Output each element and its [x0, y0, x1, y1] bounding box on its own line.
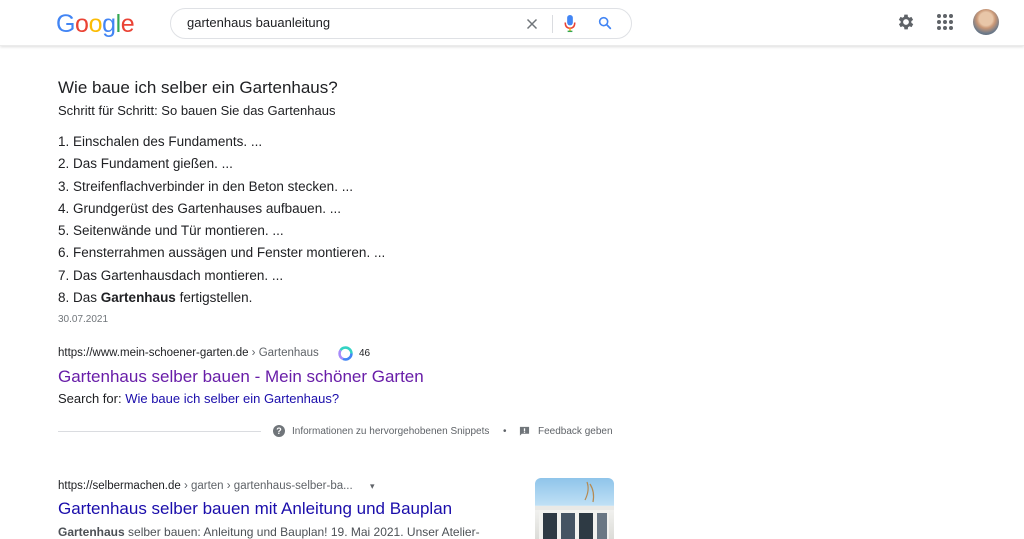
logo-letter: o — [75, 10, 89, 38]
source-cite[interactable]: https://www.mein-schoener-garten.de › Ga… — [58, 347, 319, 359]
step-item: 1. Einschalen des Fundaments. ... — [58, 131, 385, 153]
source-url: https://www.mein-schoener-garten.de — [58, 347, 249, 359]
feedback-link[interactable]: Feedback geben — [538, 426, 613, 437]
step-number: 2. — [58, 156, 70, 172]
step-number: 8. — [58, 290, 70, 306]
step-item: 8. Das Gartenhaus fertigstellen. — [58, 287, 385, 309]
separator-dot: • — [503, 426, 507, 437]
step-bold-text: Gartenhaus — [100, 290, 176, 306]
step-text: Streifenflachverbinder in den Beton stec… — [73, 178, 353, 194]
step-item: 4. Grundgerüst des Gartenhauses aufbauen… — [58, 198, 385, 220]
step-text: Einschalen des Fundaments. ... — [73, 134, 263, 149]
search-for-link[interactable]: Wie baue ich selber ein Gartenhaus? — [125, 391, 339, 406]
result2-url: https://selbermachen.de — [58, 480, 181, 492]
steps-list: 1. Einschalen des Fundaments. ... 2. Das … — [58, 131, 385, 309]
result2-snippet-bold: Gartenhaus — [58, 525, 125, 539]
search-for-line: Search for: Wie baue ich selber ein Gart… — [58, 391, 339, 406]
score-ring-icon[interactable] — [337, 345, 354, 362]
step-text: Seitenwände und Tür montieren. ... — [73, 223, 284, 239]
search-box[interactable] — [170, 8, 632, 39]
help-icon[interactable]: ? — [273, 425, 285, 437]
feedback-icon[interactable] — [519, 426, 530, 437]
result2-title[interactable]: Gartenhaus selber bauen mit Anleitung un… — [58, 499, 452, 519]
search-divider — [552, 15, 553, 33]
search-for-label: Search for: — [58, 391, 126, 406]
step-number: 7. — [58, 267, 70, 283]
step-text: Grundgerüst des Gartenhauses aufbauen. .… — [73, 200, 341, 216]
microphone-icon[interactable] — [563, 14, 577, 33]
step-number: 5. — [58, 223, 70, 239]
result2-snippet-text: selber bauen: Anleitung und Bauplan! 19.… — [124, 525, 480, 539]
snippet-date: 30.07.2021 — [58, 314, 109, 325]
step-item: 5. Seitenwände und Tür montieren. ... — [58, 220, 385, 242]
divider-line — [58, 431, 261, 432]
step-text: Das Gartenhausdach montieren. ... — [73, 267, 284, 283]
apps-grid-icon[interactable] — [936, 13, 954, 31]
google-logo[interactable]: Google — [56, 10, 135, 39]
step-item: 7. Das Gartenhausdach montieren. ... — [58, 265, 385, 287]
gear-icon[interactable] — [896, 12, 916, 32]
logo-letter: g — [102, 10, 116, 38]
logo-letter: o — [88, 10, 103, 38]
featured-result-title[interactable]: Gartenhaus selber bauen - Mein schöner G… — [58, 367, 424, 387]
step-text: Fensterrahmen aussägen und Fenster monti… — [73, 245, 386, 261]
result2-menu-caret[interactable]: ▾ — [370, 481, 375, 492]
featured-subtitle: Schritt für Schritt: So bauen Sie das Ga… — [58, 103, 336, 118]
result2-snippet: Gartenhaus selber bauen: Anleitung und B… — [58, 525, 480, 539]
step-item: 3. Streifenflachverbinder in den Beton s… — [58, 176, 385, 198]
source-breadcrumb: › Gartenhaus — [248, 347, 319, 359]
result2-cite[interactable]: https://selbermachen.de › garten › garte… — [58, 480, 353, 492]
search-input[interactable] — [187, 15, 507, 30]
snippet-info-link[interactable]: Informationen zu hervorgehobenen Snippet… — [292, 426, 489, 437]
step-number: 6. — [58, 245, 70, 261]
result2-thumbnail[interactable] — [535, 478, 614, 539]
step-item: 2. Das Fundament gießen. ... — [58, 153, 385, 175]
step-number: 3. — [58, 178, 70, 194]
search-icon[interactable] — [597, 15, 613, 31]
logo-letter: G — [56, 10, 76, 38]
featured-question: Wie baue ich selber ein Gartenhaus? — [58, 78, 338, 97]
step-text: Das — [73, 290, 101, 306]
logo-letter: e — [120, 10, 135, 38]
step-item: 6. Fensterrahmen aussägen und Fenster mo… — [58, 242, 385, 264]
score-count: 46 — [359, 348, 371, 359]
step-text-end: fertigstellen. — [175, 290, 253, 306]
clear-icon[interactable] — [523, 15, 541, 33]
step-text: Das Fundament gießen. ... — [73, 156, 233, 172]
avatar[interactable] — [973, 9, 999, 35]
step-number: 1. — [58, 134, 70, 149]
svg-text:?: ? — [276, 426, 282, 436]
step-number: 4. — [58, 200, 70, 216]
top-header: Google — [0, 0, 1024, 46]
result2-breadcrumb: › garten › gartenhaus-selber-ba... — [180, 480, 353, 492]
